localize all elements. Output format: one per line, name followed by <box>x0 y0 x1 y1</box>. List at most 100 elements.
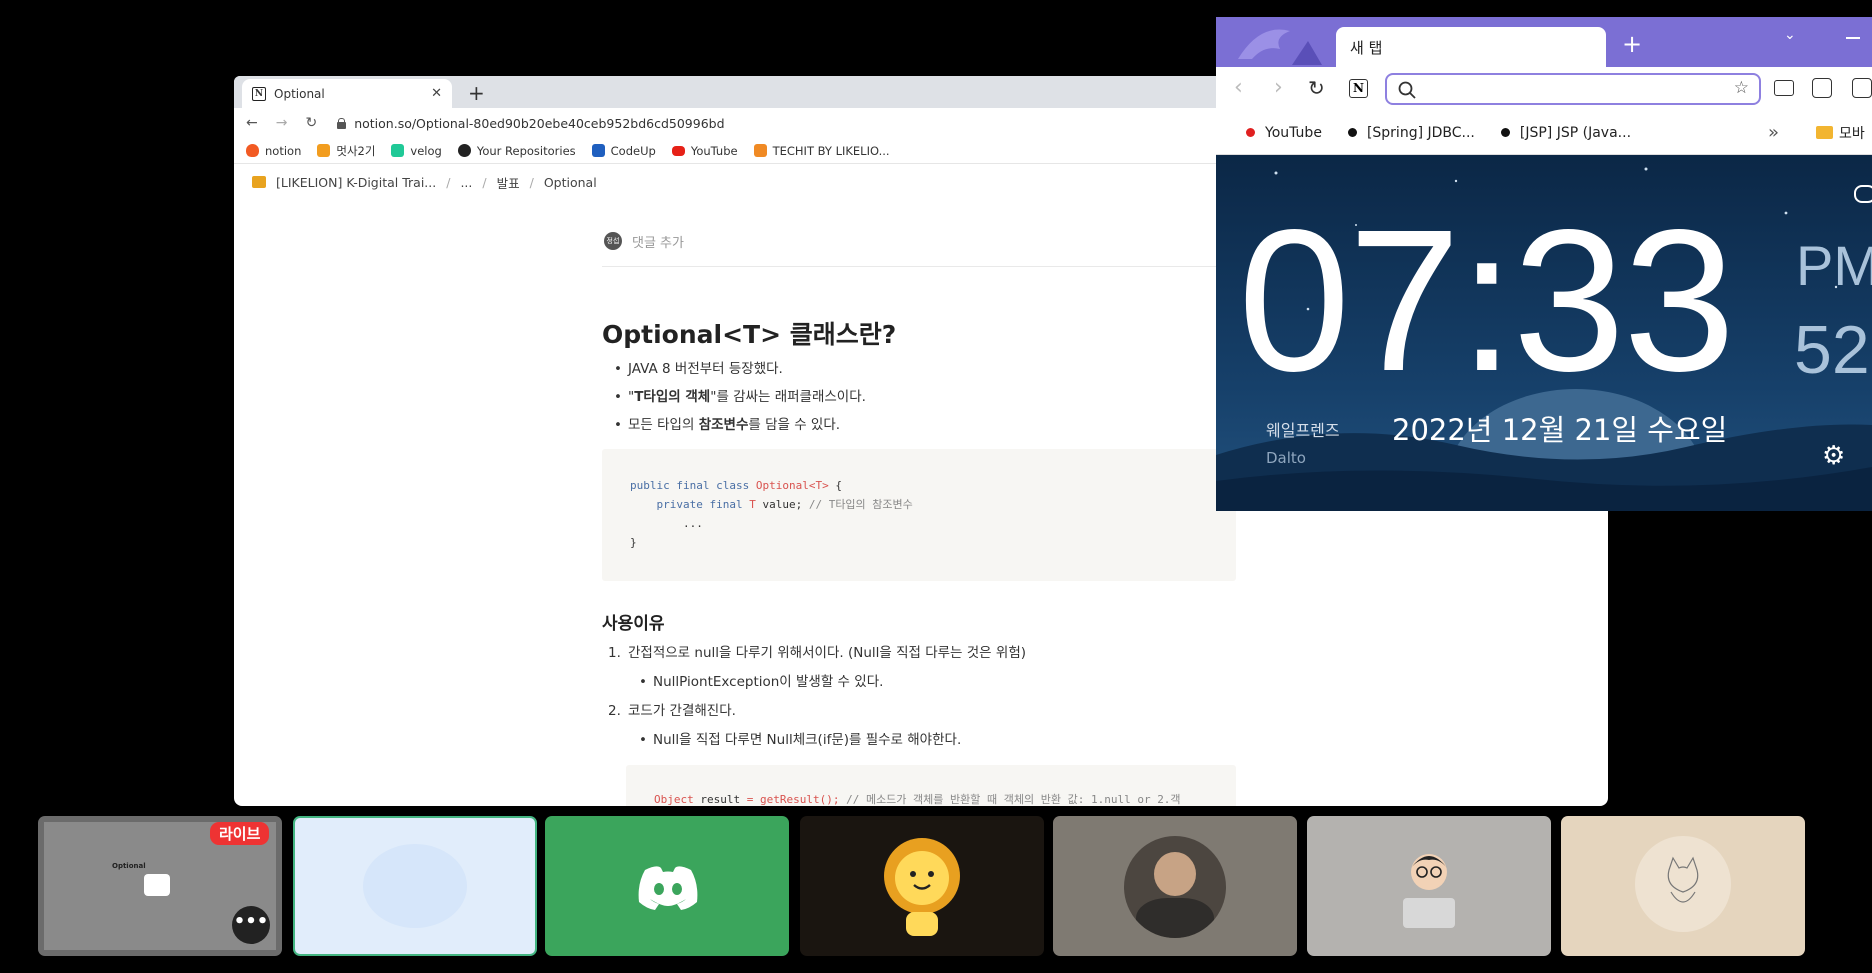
list-item[interactable]: "T타입의 객체"를 감싸는 래퍼클래스이다. <box>614 388 1236 407</box>
more-options-icon[interactable]: ••• <box>232 906 270 944</box>
bookmark-likelion[interactable]: 멋사2기 <box>317 143 375 159</box>
whale-logo-icon <box>1238 29 1322 65</box>
forward-icon[interactable]: › <box>1274 75 1283 100</box>
whale-browser-window: 새 탭 + ⌄ ‹ › ↻ N ☆ YouTube [Spring] JDBC.… <box>1216 17 1872 511</box>
techit-icon <box>753 144 767 157</box>
participant-photo <box>1124 836 1226 938</box>
bookmark-folder[interactable]: 모바 <box>1816 123 1865 143</box>
memoji-thumbnail[interactable] <box>1307 816 1551 956</box>
new-tab-button[interactable]: + <box>468 81 485 105</box>
avatar: 정섭 <box>604 232 622 250</box>
code-block[interactable]: public final class Optional<T> { private… <box>602 449 1236 581</box>
numbered-item[interactable]: 2. 코드가 간결해진다. <box>608 702 1236 721</box>
live-badge: 라이브 <box>210 822 270 845</box>
bookmark-dot-icon <box>1347 128 1357 137</box>
youtube-icon <box>671 145 685 156</box>
breadcrumb-item-presentation[interactable]: 발표 <box>497 173 520 192</box>
folder-icon <box>1816 126 1833 139</box>
numbered-item[interactable]: 1. 간접적으로 null을 다루기 위해서이다. (Null을 직접 다루는 것… <box>608 644 1236 663</box>
clock-ampm: PM <box>1796 234 1872 297</box>
reload-icon[interactable]: ↻ <box>305 115 317 131</box>
mini-title: Optional <box>112 862 146 870</box>
workspace-icon <box>252 176 266 188</box>
bookmark-youtube[interactable]: YouTube <box>1246 125 1322 141</box>
notion-extension-icon[interactable]: N <box>1349 79 1368 98</box>
clock-time: 07:33 <box>1238 187 1735 413</box>
code-block[interactable]: Object result = getResult(); // 메소드가 객체를… <box>626 765 1236 806</box>
tab-title: Optional <box>274 86 325 101</box>
desktop: N Optional ✕ + ← → ↻ notion.so/Optional-… <box>0 0 1872 973</box>
tab-optional[interactable]: N Optional ✕ <box>242 79 452 108</box>
notion-favicon-icon: N <box>252 86 266 101</box>
cat-sketch-icon <box>1667 856 1699 903</box>
notion-page-content: 정섭 댓글 추가 Optional<T> 클래스란? JAVA 8 버전부터 등… <box>602 226 1236 806</box>
forward-icon[interactable]: → <box>276 115 288 131</box>
list-item[interactable]: 모든 타입의 참조변수를 담을 수 있다. <box>614 416 1236 435</box>
bookmark-overflow-icon[interactable]: » <box>1768 122 1779 143</box>
whale-friends-label[interactable]: 웨일프렌즈 <box>1266 417 1340 441</box>
back-icon[interactable]: ‹ <box>1234 75 1243 100</box>
codeup-icon <box>591 144 605 157</box>
tab-new-tab[interactable]: 새 탭 <box>1336 27 1606 67</box>
bookmark-notion[interactable]: notion <box>246 144 301 158</box>
selected-participant-thumbnail[interactable] <box>293 816 537 956</box>
search-input[interactable]: ☆ <box>1385 73 1761 105</box>
bookmark-dot-icon <box>1500 128 1510 137</box>
bookmark-velog[interactable]: velog <box>391 144 442 158</box>
breadcrumb-item-current[interactable]: Optional <box>544 175 597 190</box>
list-item[interactable]: NullPiontException이 발생할 수 있다. <box>639 673 1236 692</box>
bookmark-youtube[interactable]: YouTube <box>671 144 738 158</box>
friend-name: Dalto <box>1266 449 1306 467</box>
likelion-icon <box>317 144 331 157</box>
github-icon <box>457 144 471 157</box>
breadcrumb-item-ellipsis[interactable]: ... <box>460 175 472 190</box>
gear-icon[interactable]: ⚙ <box>1822 441 1845 471</box>
bookmark-techit[interactable]: TECHIT BY LIKELIO... <box>753 144 890 158</box>
list-item[interactable]: Null을 직접 다루면 Null체크(if문)를 필수로 해야한다. <box>639 731 1236 750</box>
whale-navigation-bar: ‹ › ↻ N ☆ <box>1216 67 1872 111</box>
velog-icon <box>391 144 405 157</box>
section-heading[interactable]: 사용이유 <box>602 609 1236 634</box>
new-tab-button[interactable]: + <box>1622 30 1642 58</box>
brave-icon <box>246 144 259 157</box>
list-item[interactable]: JAVA 8 버전부터 등장했다. <box>614 360 1236 379</box>
sketch-avatar <box>1635 836 1731 932</box>
chat-icon[interactable] <box>1854 185 1872 203</box>
lion-avatar-thumbnail[interactable] <box>800 816 1044 956</box>
bookmark-github[interactable]: Your Repositories <box>457 144 576 158</box>
memoji-avatar-icon <box>1403 854 1455 928</box>
chevron-down-icon[interactable]: ⌄ <box>1784 27 1796 43</box>
add-comment-label: 댓글 추가 <box>632 235 684 251</box>
minimize-icon[interactable] <box>1846 37 1860 39</box>
address-bar[interactable]: notion.so/Optional-80ed90b20ebe40ceb952b… <box>337 115 725 131</box>
drawing-avatar-thumbnail[interactable] <box>1561 816 1805 956</box>
video-icon[interactable] <box>1774 80 1794 96</box>
url-text: notion.so/Optional-80ed90b20ebe40ceb952b… <box>354 115 725 131</box>
sidebar-icon[interactable] <box>1852 78 1872 98</box>
clock-date: 2022년 12월 21일 수요일 <box>1392 413 1728 447</box>
youtube-icon <box>1246 128 1255 137</box>
whale-tab-strip: 새 탭 + ⌄ <box>1216 17 1872 67</box>
screen-share-thumbnail[interactable]: Optional 라이브 ••• <box>38 816 282 956</box>
divider <box>602 266 1236 267</box>
bookmark-codeup[interactable]: CodeUp <box>591 144 656 158</box>
clock-seconds: 52 <box>1794 312 1870 388</box>
add-comment-button[interactable]: 정섭 댓글 추가 <box>604 226 1236 256</box>
capture-icon[interactable] <box>1812 78 1832 98</box>
back-icon[interactable]: ← <box>246 115 258 131</box>
page-heading[interactable]: Optional<T> 클래스란? <box>602 315 1236 351</box>
bookmark-star-icon[interactable]: ☆ <box>1734 78 1749 98</box>
search-icon <box>1398 81 1416 99</box>
bookmark-spring-jdbc[interactable]: [Spring] JDBC... <box>1347 125 1475 141</box>
lion-avatar-icon <box>884 838 960 936</box>
discord-thumbnail[interactable] <box>545 816 789 956</box>
tab-title: 새 탭 <box>1350 38 1383 57</box>
reload-icon[interactable]: ↻ <box>1308 76 1325 100</box>
breadcrumb-item-workspace[interactable]: [LIKELION] K-Digital Trai... <box>276 175 436 190</box>
webcam-participant-thumbnail[interactable] <box>1053 816 1297 956</box>
close-tab-icon[interactable]: ✕ <box>431 86 442 101</box>
blank-avatar <box>363 844 467 928</box>
discord-logo-icon <box>638 866 698 910</box>
video-camera-icon <box>144 874 170 896</box>
bookmark-jsp[interactable]: [JSP] JSP (Java... <box>1500 125 1631 141</box>
